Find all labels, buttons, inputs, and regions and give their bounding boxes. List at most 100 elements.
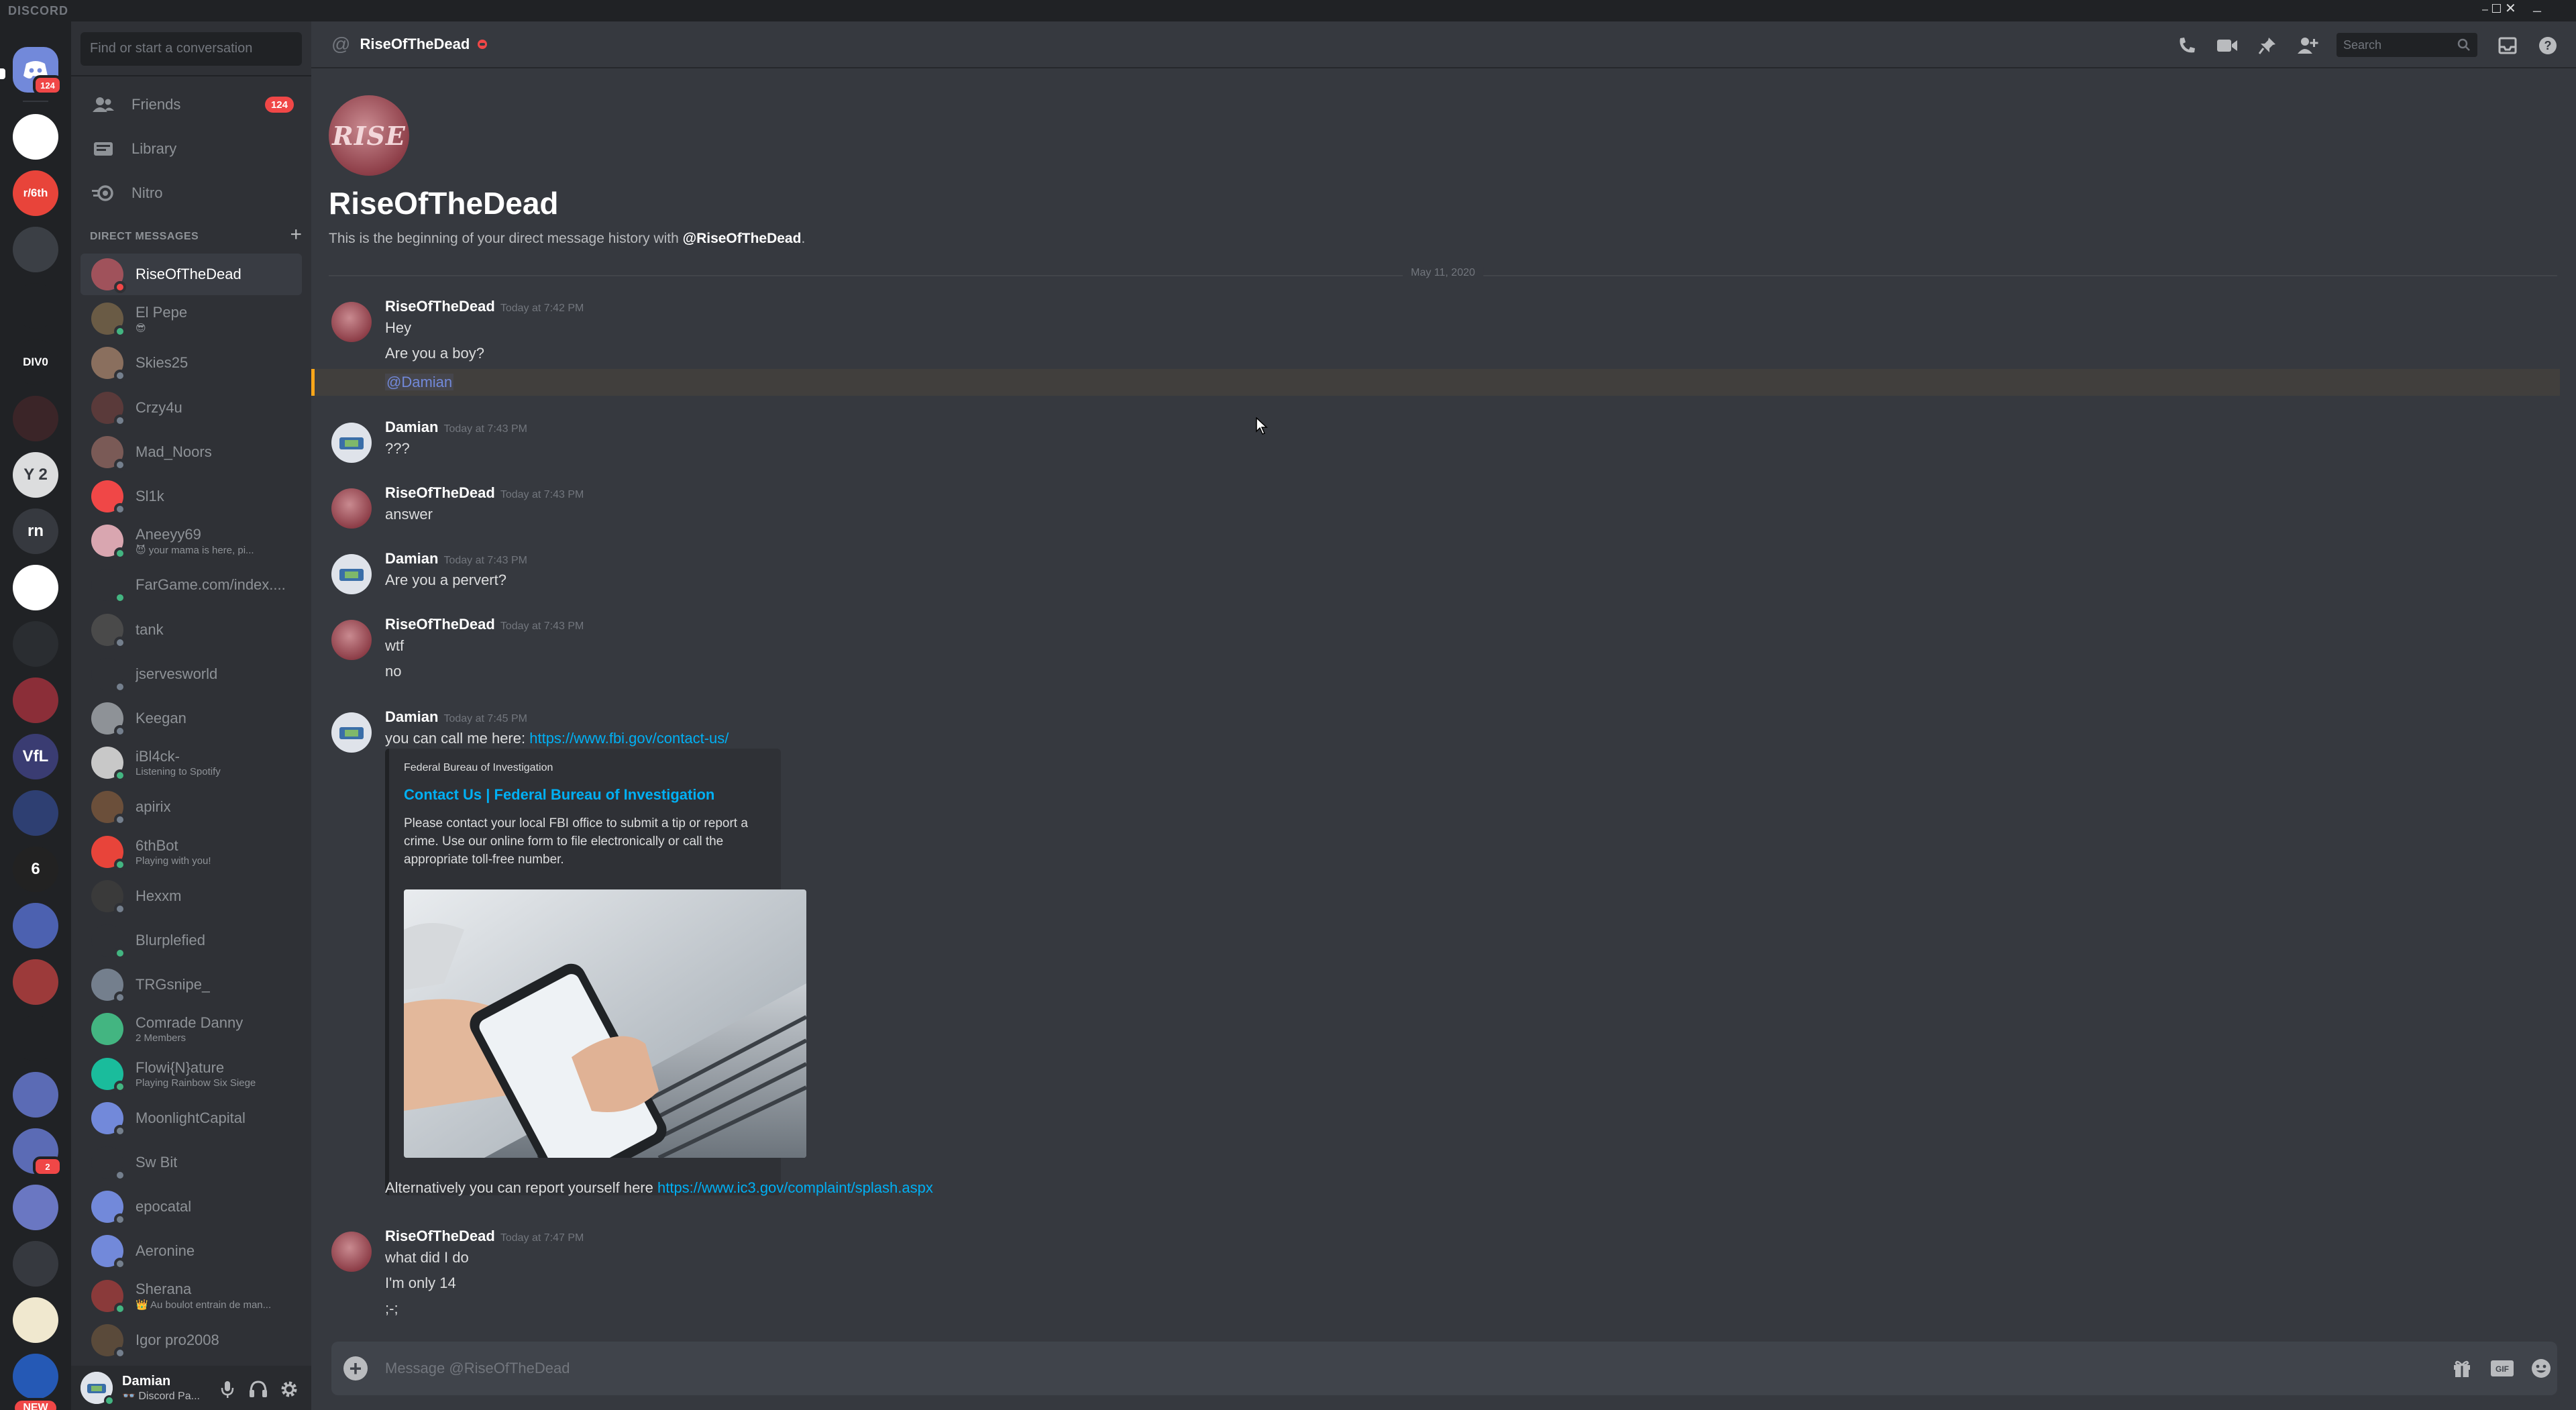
window-minimize-button[interactable]: – <box>2482 4 2488 15</box>
guild-vfl[interactable]: VfL <box>13 734 58 779</box>
dm-item[interactable]: jservesworld <box>80 653 302 695</box>
dm-item[interactable]: RiseOfTheDead <box>80 254 302 295</box>
guild-rn[interactable]: rn <box>13 508 58 554</box>
nav-friends[interactable]: Friends 124 <box>80 85 302 125</box>
pinned-messages-icon[interactable] <box>2255 34 2279 58</box>
nav-nitro[interactable]: Nitro <box>80 173 302 213</box>
guild-bot-blue[interactable] <box>13 903 58 948</box>
dm-item[interactable]: FarGame.com/index.... <box>80 564 302 606</box>
author-avatar[interactable] <box>331 488 372 529</box>
guild-virus[interactable] <box>13 677 58 723</box>
chat-header: @ RiseOfTheDead Search ? <box>311 21 2576 68</box>
dm-item[interactable]: tank <box>80 609 302 651</box>
guild-mascot[interactable] <box>13 790 58 836</box>
author-name[interactable]: RiseOfTheDead <box>385 484 495 501</box>
help-icon[interactable]: ? <box>2536 34 2560 58</box>
dm-item[interactable]: Mad_Noors <box>80 431 302 473</box>
guild-hamster[interactable] <box>13 1072 58 1118</box>
guild-anime[interactable] <box>13 227 58 272</box>
window-maximize-button[interactable]: ☐ <box>2491 2 2502 15</box>
guild-y2[interactable]: Y 2 <box>13 452 58 498</box>
new-badge[interactable]: NEW <box>12 1398 59 1410</box>
dm-item[interactable]: MoonlightCapital <box>80 1097 302 1139</box>
embed-image[interactable] <box>404 889 806 1158</box>
dm-item[interactable]: iBl4ck- Listening to Spotify <box>80 742 302 783</box>
dm-item[interactable]: TRGsnipe_ <box>80 964 302 1006</box>
guild-pepe[interactable] <box>13 1185 58 1230</box>
guild-analytics[interactable] <box>13 114 58 160</box>
gif-icon[interactable]: GIF <box>2490 1356 2514 1380</box>
dm-item[interactable]: Blurplefied <box>80 920 302 961</box>
upload-plus-button[interactable]: + <box>343 1356 368 1380</box>
dm-item[interactable]: Sherana 👑 Au boulot entrain de man... <box>80 1275 302 1317</box>
dm-item[interactable]: epocatal <box>80 1186 302 1228</box>
guild-valorant[interactable] <box>13 283 58 329</box>
dm-item[interactable]: Sl1k <box>80 476 302 517</box>
guild-shield[interactable] <box>13 959 58 1005</box>
guild-disney[interactable] <box>13 1354 58 1399</box>
dm-item[interactable]: Comrade Danny 2 Members <box>80 1008 302 1050</box>
embed-title[interactable]: Contact Us | Federal Bureau of Investiga… <box>404 786 714 804</box>
dm-item[interactable]: Aeronine <box>80 1230 302 1272</box>
status-indicator <box>114 370 126 382</box>
author-name[interactable]: RiseOfTheDead <box>385 616 495 633</box>
dm-item[interactable]: El Pepe 😎 <box>80 298 302 339</box>
create-dm-plus-icon[interactable]: + <box>290 225 302 245</box>
fbi-link[interactable]: https://www.fbi.gov/contact-us/ <box>529 730 729 747</box>
home-button[interactable]: 124 <box>13 47 62 95</box>
author-name[interactable]: RiseOfTheDead <box>385 298 495 315</box>
dm-item[interactable]: Crzy4u <box>80 387 302 429</box>
guild-watch[interactable] <box>13 1241 58 1287</box>
author-avatar[interactable] <box>331 1232 372 1272</box>
dm-item[interactable]: Sw Bit <box>80 1142 302 1183</box>
add-friend-to-dm-icon[interactable] <box>2296 34 2320 58</box>
guild-r6th[interactable]: r/6th <box>13 170 58 216</box>
headphones-icon[interactable] <box>248 1379 268 1399</box>
guild-discord-2[interactable]: 2 <box>13 1128 62 1177</box>
message-text: I'm only 14 <box>385 1275 456 1291</box>
guild-dark[interactable] <box>13 621 58 667</box>
window-close-button[interactable]: ✕ <box>2505 1 2516 16</box>
header-search-input[interactable]: Search <box>2337 33 2477 57</box>
guild-div0[interactable]: DIV0 <box>13 339 58 385</box>
user-avatar[interactable] <box>80 1372 115 1406</box>
author-name[interactable]: Damian <box>385 550 438 567</box>
dm-item[interactable]: apirix <box>80 786 302 828</box>
dm-item[interactable]: 6thBot Playing with you! <box>80 831 302 873</box>
author-name[interactable]: Damian <box>385 708 438 725</box>
dm-item[interactable]: Flowi{N}ature Playing Rainbow Six Siege <box>80 1053 302 1095</box>
dm-item[interactable]: Hexxm <box>80 875 302 917</box>
author-avatar[interactable] <box>331 423 372 463</box>
guild-r6-six[interactable]: 6 <box>13 847 58 892</box>
guild-redart[interactable] <box>13 396 58 441</box>
find-conversation-search[interactable]: Find or start a conversation <box>80 32 302 66</box>
author-avatar[interactable] <box>331 554 372 594</box>
ic3-link[interactable]: https://www.ic3.gov/complaint/splash.asp… <box>657 1179 933 1196</box>
message-input[interactable] <box>385 1355 2398 1382</box>
author-name[interactable]: Damian <box>385 419 438 435</box>
status-indicator <box>114 325 126 338</box>
author-name[interactable]: RiseOfTheDead <box>385 1228 495 1244</box>
dm-item[interactable]: Igor pro2008 <box>80 1319 302 1361</box>
author-avatar[interactable] <box>331 712 372 753</box>
guild-jar[interactable] <box>13 565 58 610</box>
guild-cartoon[interactable] <box>13 1297 58 1343</box>
dm-item[interactable]: Skies25 <box>80 342 302 384</box>
guild-folder[interactable] <box>13 1016 58 1061</box>
emoji-icon[interactable] <box>2529 1356 2553 1380</box>
message-group: RiseOfTheDead Today at 7:42 PM Hey Are yo… <box>311 290 2560 362</box>
dm-item[interactable]: Aneeyy69 😈 your mama is here, pi... <box>80 520 302 561</box>
inbox-icon[interactable] <box>2496 34 2520 58</box>
intro-user-mention[interactable]: @RiseOfTheDead <box>683 231 802 246</box>
nav-library[interactable]: Library <box>80 129 302 169</box>
video-call-icon[interactable] <box>2215 34 2239 58</box>
dm-item[interactable]: Keegan <box>80 698 302 739</box>
author-avatar[interactable] <box>331 620 372 660</box>
embed-provider[interactable]: Federal Bureau of Investigation <box>404 762 553 774</box>
user-mention[interactable]: @Damian <box>385 374 454 390</box>
voice-call-icon[interactable] <box>2175 34 2199 58</box>
author-avatar[interactable] <box>331 302 372 342</box>
settings-gear-icon[interactable] <box>279 1379 299 1399</box>
microphone-icon[interactable] <box>217 1379 237 1399</box>
gift-icon[interactable] <box>2450 1356 2474 1380</box>
